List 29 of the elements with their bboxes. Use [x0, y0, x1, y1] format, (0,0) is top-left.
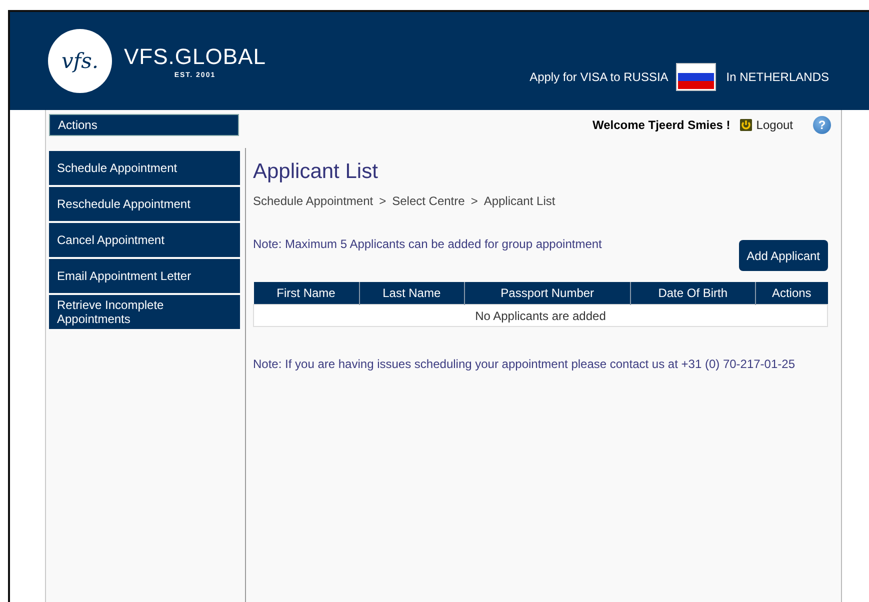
contact-note: Note: If you are having issues scheduling your appointment please contact us at +31 (0) 70-217-01-25 — [253, 357, 796, 371]
sidebar-item[interactable]: Email Appointment Letter — [49, 259, 240, 293]
breadcrumb-item[interactable]: Select Centre — [392, 194, 465, 208]
page-title: Applicant List — [253, 160, 379, 184]
sidebar-item[interactable]: Retrieve Incomplete Appointments — [49, 295, 240, 329]
add-applicant-button[interactable]: Add Applicant — [738, 240, 828, 271]
breadcrumb-item[interactable]: Schedule Appointment — [253, 194, 374, 208]
apply-text: Apply for VISA to RUSSIA — [530, 70, 668, 84]
actions-title: Actions — [49, 114, 239, 136]
sidebar-item[interactable]: Schedule Appointment — [49, 151, 240, 185]
breadcrumb-item[interactable]: Applicant List — [484, 194, 556, 208]
flag-icon — [676, 63, 716, 91]
sidebar-item[interactable]: Cancel Appointment — [49, 223, 240, 257]
sidebar-item[interactable]: Reschedule Appointment — [49, 187, 240, 221]
logo-mark: vfs. — [48, 29, 112, 93]
column-header: Date Of Birth — [630, 282, 756, 304]
column-header: Actions — [755, 282, 828, 304]
logo-name: VFS.GLOBAL — [124, 44, 266, 70]
welcome-text: Welcome Tjeerd Smies ! — [592, 118, 730, 132]
column-header: Passport Number — [464, 282, 630, 304]
column-header: First Name — [254, 282, 359, 304]
column-header: Last Name — [359, 282, 464, 304]
empty-table-message: No Applicants are added — [254, 304, 828, 326]
location-text: In NETHERLANDS — [726, 70, 829, 84]
logout-link[interactable]: Logout — [740, 118, 793, 132]
breadcrumb-separator: > — [379, 194, 386, 208]
power-icon — [740, 119, 752, 131]
breadcrumb-separator: > — [470, 194, 478, 208]
note-text: Note: Maximum 5 Applicants can be added for group appointment — [253, 237, 602, 253]
